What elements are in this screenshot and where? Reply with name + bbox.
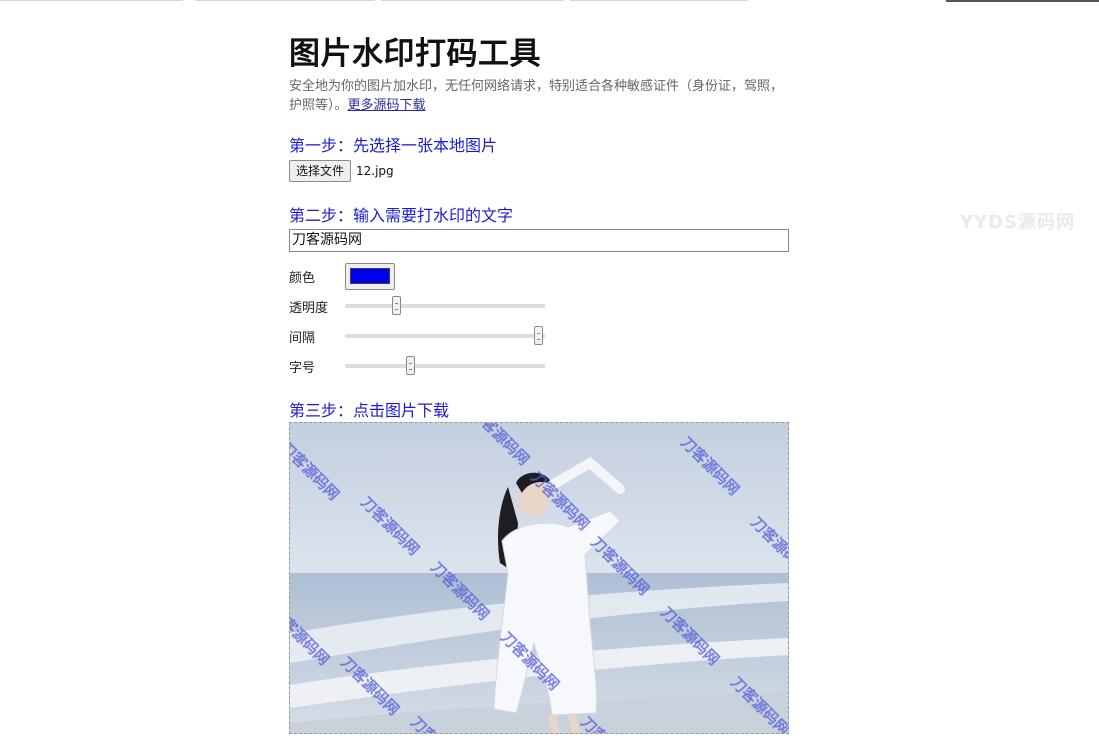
photo-canvas[interactable]: 刀客源码网刀客源码网 刀客源码网刀客源码网 刀客源码网刀客源码网刀客源码网 刀客源码网… [290,423,788,733]
step1-heading: 第一步：先选择一张本地图片 [289,136,498,155]
tab-divider [570,0,748,1]
fontsize-slider[interactable] [345,355,545,377]
corner-watermark: YYDS源码网 [960,212,1075,233]
tab-divider [0,0,183,1]
spacing-slider[interactable] [345,325,545,347]
more-source-link[interactable]: 更多源码下载 [348,98,426,113]
fontsize-label: 字号 [289,360,316,376]
spacing-slider-track [345,334,545,338]
opacity-row: 透明度 [289,291,789,321]
watermarked-image[interactable]: 刀客源码网 刀客源码网 刀客源码网 刀客源码网 刀客源码网 刀客源码网 刀客源码网 刀客源码网… [289,422,789,734]
active-tab-indicator [946,0,1099,2]
step2-heading: 第二步：输入需要打水印的文字 [289,206,514,225]
page-description: 安全地为你的图片加水印，无任何网络请求，特别适合各种敏感证件（身份证，驾照，护照… [289,77,789,115]
opacity-slider[interactable] [345,295,545,317]
opacity-slider-thumb[interactable] [392,296,401,315]
selected-file-name: 12.jpg [356,164,394,178]
choose-file-button[interactable]: 选择文件 [289,160,352,182]
fontsize-slider-track [345,364,545,368]
watermark-text-input[interactable]: 刀客源码网 [289,229,789,252]
color-label: 颜色 [289,270,316,286]
tab-divider [381,0,564,1]
tab-divider [195,0,375,1]
spacing-label: 间隔 [289,330,316,346]
opacity-slider-track [345,304,545,308]
spacing-slider-thumb[interactable] [534,326,543,345]
page-title: 图片水印打码工具 [289,36,541,72]
step3-heading: 第三步：点击图片下载 [289,401,450,420]
color-row: 颜色 [289,261,789,291]
browser-tab-strip [0,0,1099,2]
fontsize-slider-thumb[interactable] [406,356,415,375]
color-picker[interactable] [345,262,395,290]
file-picker: 选择文件 12.jpg [289,160,789,182]
spacing-row: 间隔 [289,321,789,351]
fontsize-row: 字号 [289,351,789,381]
color-swatch-fill [350,268,390,284]
main-content: 图片水印打码工具 安全地为你的图片加水印，无任何网络请求，特别适合各种敏感证件（… [289,30,789,734]
opacity-label: 透明度 [289,300,329,316]
